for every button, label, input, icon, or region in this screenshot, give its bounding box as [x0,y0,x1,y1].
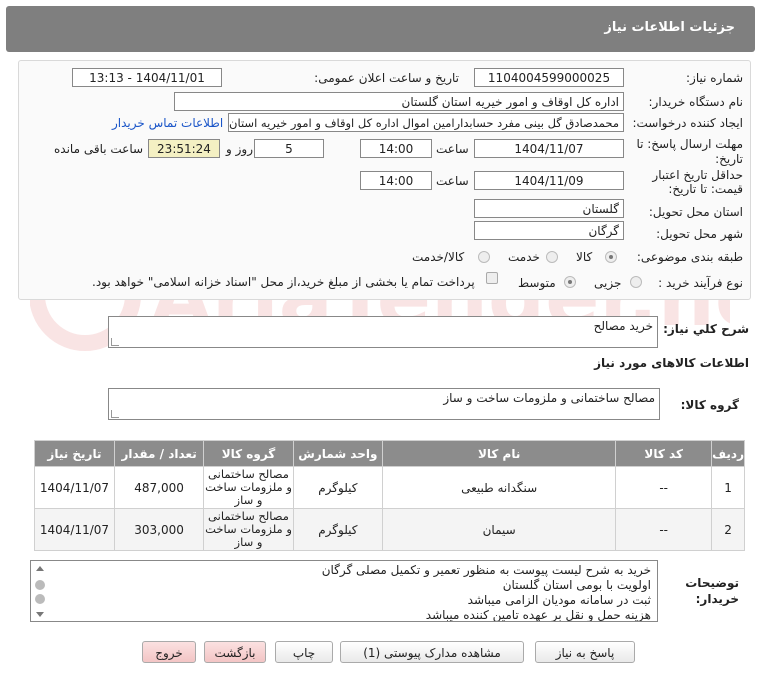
table-header-row: ردیف کد کالا نام کالا واحد شمارش گروه کا… [34,440,745,467]
process-radio-medium[interactable] [564,276,576,288]
notes-line: خرید به شرح لیست پیوست به منظور تعمیر و … [321,563,651,577]
col-header-name: نام کالا [382,440,617,467]
category-option-service: خدمت [508,250,540,264]
process-radio-minor[interactable] [630,276,642,288]
cell-name: سنگدانه طبیعی [382,466,617,509]
notes-label-2: خریدار: [695,592,739,606]
requester-label: ایجاد کننده درخواست: [632,116,743,130]
print-button[interactable]: چاپ [275,641,333,663]
city-field: گرگان [474,221,624,240]
cell-qty: 487,000 [113,466,205,509]
col-header-row: ردیف [711,440,745,467]
notes-textarea[interactable]: خرید به شرح لیست پیوست به منظور تعمیر و … [30,560,658,622]
province-label: استان محل تحویل: [648,205,743,219]
goods-group-textarea[interactable]: مصالح ساختمانی و ملزومات ساخت و ساز [108,388,660,420]
validity-time-label: ساعت [436,174,469,188]
cell-name: سیمان [382,508,617,551]
summary-textarea[interactable]: خريد مصالح [108,316,658,348]
announce-field: 1404/11/01 - 13:13 [72,68,222,87]
table-row: 2 -- سیمان کیلوگرم مصالح ساختمانی و ملزو… [34,508,745,551]
cell-group-line: و ساز [234,535,263,549]
process-label: نوع فرآیند خرید : [658,276,743,290]
reply-button[interactable]: پاسخ به نیاز [535,641,635,663]
exit-button[interactable]: خروج [142,641,196,663]
need-number-label: شماره نیاز: [686,71,743,85]
city-label: شهر محل تحویل: [656,227,743,241]
goods-group-text: مصالح ساختمانی و ملزومات ساخت و ساز [443,391,655,405]
cell-row: 1 [711,466,745,509]
notes-label: توضیحات [685,576,739,590]
validity-time-field: 14:00 [360,171,432,190]
cell-group: مصالح ساختمانی و ملزومات ساخت و ساز [203,466,294,509]
goods-group-label: گروه کالا: [680,398,739,412]
notes-scrollbar[interactable] [33,562,47,620]
province-field: گلستان [474,199,624,218]
page-title: جزئیات اطلاعات نیاز [604,20,735,35]
category-option-goods: کالا [576,250,593,264]
category-radio-service[interactable] [546,251,558,263]
validity-label: حداقل تاریخ اعتبار [652,168,743,182]
scroll-down-icon[interactable] [36,612,44,617]
need-number-field: 1104004599000025 [474,68,624,87]
summary-label: شرح کلي نياز: [663,322,749,336]
resize-handle-icon[interactable] [111,338,119,346]
category-label: طبقه بندی موضوعی: [636,250,743,264]
cell-code: -- [615,508,713,551]
category-option-both: کالا/خدمت [412,250,465,264]
days-field: 5 [254,139,324,158]
reply-deadline-label-2: تاریخ: [715,152,743,166]
buyer-org-label: نام دستگاه خریدار: [648,95,744,109]
process-option-minor: جزیی [594,276,622,290]
notes-line: ثبت در سامانه مودیان الزامی میباشد [467,593,651,607]
validity-label-2: قیمت: تا تاریخ: [668,182,743,196]
summary-text: خريد مصالح [593,319,653,333]
days-label: روز و [226,142,253,156]
table-row: 1 -- سنگدانه طبیعی کیلوگرم مصالح ساختمان… [34,466,745,509]
announce-label: تاریخ و ساعت اعلان عمومی: [314,71,459,85]
requester-field: محمدصادق گل بینی مفرد حسابدارامین اموال … [228,113,624,132]
validity-date-field: 1404/11/09 [474,171,624,190]
cell-date: 1404/11/07 [34,466,115,509]
scroll-thumb[interactable] [35,594,45,604]
col-header-date: تاریخ نیاز [34,440,115,467]
resize-handle-icon[interactable] [111,410,119,418]
buyer-org-field: اداره کل اوقاف و امور خیریه استان گلستان [174,92,624,111]
notes-line: هزینه حمل و نقل بر عهده تامین کننده میبا… [425,608,651,622]
goods-section-title: اطلاعات کالاهای مورد نیاز [594,356,749,370]
contact-link[interactable]: اطلاعات تماس خریدار [112,116,223,130]
cell-row: 2 [711,508,745,551]
view-docs-button[interactable]: مشاهده مدارک پیوستی (1) [340,641,524,663]
reply-time-label: ساعت [436,142,469,156]
col-header-qty: تعداد / مقدار [113,440,205,467]
cell-date: 1404/11/07 [34,508,115,551]
cell-code: -- [615,466,713,509]
scroll-thumb[interactable] [35,580,45,590]
process-option-medium: متوسط [518,276,556,290]
reply-date-field: 1404/11/07 [474,139,624,158]
reply-time-field: 14:00 [360,139,432,158]
col-header-unit: واحد شمارش [292,440,384,467]
payment-note: پرداخت تمام یا بخشی از مبلغ خرید،از محل … [92,275,475,289]
cell-group-line: و ساز [234,493,263,507]
treasury-checkbox[interactable] [486,272,498,284]
cell-unit: کیلوگرم [292,508,384,551]
page-header: جزئیات اطلاعات نیاز [6,6,755,52]
remaining-time-field: 23:51:24 [148,139,220,158]
remaining-label: ساعت باقی مانده [54,142,144,156]
cell-qty: 303,000 [113,508,205,551]
notes-line: اولویت با بومی استان گلستان [502,578,651,592]
reply-deadline-label: مهلت ارسال پاسخ: تا [636,137,743,151]
col-header-code: کد کالا [615,440,713,467]
cell-unit: کیلوگرم [292,466,384,509]
items-table: ردیف کد کالا نام کالا واحد شمارش گروه کا… [34,440,745,551]
scroll-up-icon[interactable] [36,566,44,571]
back-button[interactable]: بازگشت [204,641,266,663]
category-radio-goods[interactable] [605,251,617,263]
cell-group: مصالح ساختمانی و ملزومات ساخت و ساز [203,508,294,551]
category-radio-both[interactable] [478,251,490,263]
col-header-group: گروه کالا [203,440,294,467]
